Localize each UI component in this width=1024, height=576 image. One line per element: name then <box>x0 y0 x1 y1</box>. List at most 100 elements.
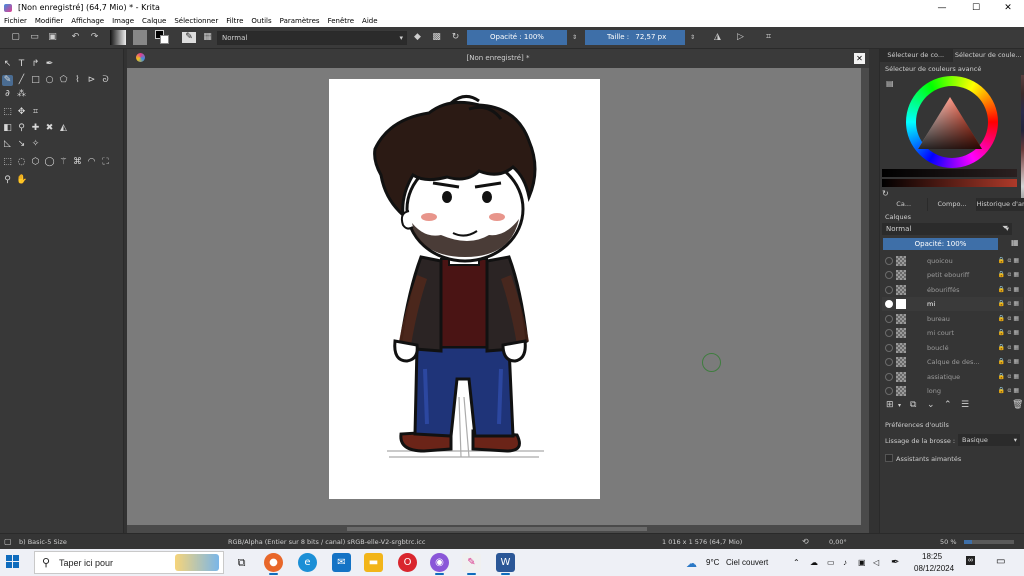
shade-bar-1[interactable] <box>882 169 1017 177</box>
taskbar-search-box[interactable]: ⚲ Taper ici pour <box>34 551 224 574</box>
clock-date[interactable]: 08/12/2024 <box>914 564 954 573</box>
layer-row[interactable]: assiatique 🔒α▦ <box>882 370 1023 384</box>
menu-aide[interactable]: Aide <box>362 17 377 25</box>
windows-start-button[interactable] <box>6 555 20 569</box>
lock-icon[interactable]: 🔒α▦ <box>998 387 1021 394</box>
lock-icon[interactable]: 🔒α▦ <box>998 373 1021 380</box>
eye-icon[interactable] <box>885 358 893 366</box>
redo-icon[interactable]: ↷ <box>89 32 100 43</box>
menu-parametres[interactable]: Paramètres <box>280 17 320 25</box>
tab-compo[interactable]: Compo... <box>928 198 977 211</box>
save-document-icon[interactable]: ▣ <box>47 32 58 43</box>
freehand-path-icon[interactable]: ᘐ <box>100 75 111 86</box>
layer-row[interactable]: mi court 🔒α▦ <box>882 326 1023 340</box>
layers-blend-select[interactable]: Normal ▾ <box>882 223 1012 235</box>
blend-mode-select[interactable]: Normal ▾ <box>217 31 407 45</box>
eye-icon[interactable] <box>885 271 893 279</box>
size-spin-icon[interactable]: ⇕ <box>687 32 698 43</box>
move-tool-icon[interactable]: ✥ <box>16 107 27 118</box>
weather-description[interactable]: Ciel couvert <box>726 558 768 567</box>
weather-icon[interactable]: ☁ <box>686 557 697 570</box>
network-icon[interactable]: ☁ <box>810 558 818 567</box>
ellipse-tool-icon[interactable]: ○ <box>44 75 55 86</box>
bezier-tool-icon[interactable]: ⊳ <box>86 75 97 86</box>
tab-ca[interactable]: Ca... <box>880 198 929 211</box>
magnetic-assistants-checkbox[interactable] <box>885 454 893 462</box>
discord-style-icon[interactable]: ◉ <box>430 553 449 575</box>
display-icon[interactable]: ▣ <box>858 558 866 567</box>
color-refresh-icon[interactable]: ↻ <box>882 189 889 198</box>
firefox-icon[interactable]: ● <box>264 553 283 575</box>
menu-fenetre[interactable]: Fenêtre <box>328 17 354 25</box>
select-shapes-icon[interactable]: ↖ <box>2 59 13 70</box>
fill-tool-icon[interactable]: ◭ <box>58 123 69 134</box>
eye-icon[interactable] <box>885 315 893 323</box>
size-slider[interactable]: Taille : 72,57 px <box>585 30 685 45</box>
close-window-button[interactable]: ✕ <box>992 0 1024 15</box>
menu-outils[interactable]: Outils <box>251 17 271 25</box>
minimize-button[interactable]: — <box>926 0 958 15</box>
task-view-icon[interactable]: ⧉ <box>232 553 251 572</box>
colorize-mask-icon[interactable]: ✖ <box>44 123 55 134</box>
polyline-tool-icon[interactable]: ⌇ <box>72 75 83 86</box>
reference-tool-icon[interactable]: ✧ <box>30 139 41 150</box>
crop-tool-icon[interactable]: ⌗ <box>30 107 41 118</box>
menu-filtre[interactable]: Filtre <box>226 17 243 25</box>
volume-icon[interactable]: ◁ <box>873 558 879 567</box>
menu-fichier[interactable]: Fichier <box>4 17 27 25</box>
tab-color-selector-1[interactable]: Sélecteur de co... <box>880 49 953 62</box>
duplicate-layer-icon[interactable]: ⧉ <box>910 400 916 410</box>
wrap-around-icon[interactable]: ⌗ <box>763 32 774 43</box>
lock-icon[interactable]: 🔒α▦ <box>998 286 1021 293</box>
maximize-button[interactable]: ☐ <box>960 0 992 15</box>
reload-preset-icon[interactable]: ↻ <box>450 32 461 43</box>
smart-patch-icon[interactable]: ✚ <box>30 123 41 134</box>
rectangle-tool-icon[interactable]: □ <box>30 75 41 86</box>
lock-icon[interactable]: 🔒α▦ <box>998 329 1021 336</box>
pattern-selector[interactable] <box>133 30 147 45</box>
new-document-icon[interactable]: ▢ <box>10 32 21 43</box>
eye-icon[interactable] <box>885 344 893 352</box>
brush-preset-icon[interactable]: ✎ <box>182 32 196 43</box>
brush-presets-grid-icon[interactable]: ▦ <box>202 32 213 43</box>
ellipse-select-icon[interactable]: ◌ <box>16 157 27 168</box>
rotation-value[interactable]: 0,00° <box>829 538 847 546</box>
calligraphy-icon[interactable]: ✒ <box>44 59 55 70</box>
file-explorer-icon[interactable]: ▬ <box>364 553 383 572</box>
eye-icon[interactable] <box>885 329 893 337</box>
advanced-color-selector[interactable]: ▤ ↻ <box>882 75 1024 205</box>
magnetic-select-icon[interactable]: ⛶ <box>100 157 111 168</box>
layer-row[interactable]: quoicou 🔒α▦ <box>882 254 1023 268</box>
canvas-area[interactable]: [Non enregistré] * ✕ <box>127 49 869 533</box>
lock-icon[interactable]: 🔒α▦ <box>998 344 1021 351</box>
menu-calque[interactable]: Calque <box>142 17 166 25</box>
eye-icon[interactable] <box>885 387 893 395</box>
horizontal-scrollbar[interactable] <box>127 525 869 533</box>
scrollbar-thumb[interactable] <box>347 527 647 531</box>
color-swatches[interactable] <box>155 30 170 45</box>
menu-affichage[interactable]: Affichage <box>71 17 104 25</box>
lock-icon[interactable]: 🔒α▦ <box>998 271 1021 278</box>
saturation-value-triangle[interactable] <box>918 97 982 149</box>
document-tab-title[interactable]: [Non enregistré] * <box>127 54 869 62</box>
brush-preview-icon[interactable]: ▢ <box>4 537 12 546</box>
contiguous-select-icon[interactable]: ⚚ <box>58 157 69 168</box>
chevron-down-icon[interactable]: ▾ <box>898 402 901 409</box>
battery-icon[interactable]: ▭ <box>827 558 835 567</box>
transform-tool-icon[interactable]: ⬚ <box>2 107 13 118</box>
eye-icon[interactable] <box>885 373 893 381</box>
filter-icon[interactable]: ⏷ <box>1002 223 1008 233</box>
eye-icon[interactable] <box>885 300 893 308</box>
bezier-select-icon[interactable]: ◠ <box>86 157 97 168</box>
gradient-tool-icon[interactable]: ◧ <box>2 123 13 134</box>
layer-row[interactable]: bouclé 🔒α▦ <box>882 341 1023 355</box>
mail-icon[interactable]: ✉ <box>332 553 351 572</box>
layer-row[interactable]: ébouriffés 🔒α▦ <box>882 283 1023 297</box>
menu-selectionner[interactable]: Sélectionner <box>174 17 218 25</box>
lock-icon[interactable]: 🔒α▦ <box>998 257 1021 264</box>
eye-icon[interactable] <box>885 257 893 265</box>
zoom-tool-icon[interactable]: ⚲ <box>2 175 13 186</box>
polygon-tool-icon[interactable]: ⬠ <box>58 75 69 86</box>
lock-icon[interactable]: 🔒α▦ <box>998 300 1021 307</box>
delete-layer-icon[interactable]: 🗑 <box>1012 400 1023 410</box>
